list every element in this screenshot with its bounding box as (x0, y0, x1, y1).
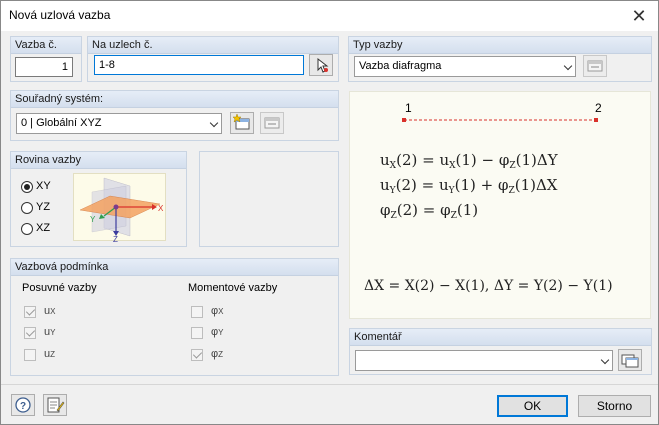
footer-divider (1, 384, 658, 385)
uzly-group: Na uzlech č. 1-8 (87, 36, 339, 82)
check-icon (24, 326, 36, 339)
podminka-header: Vazbová podmínka (11, 259, 338, 276)
equation-1: uX(2) = uX(1) − φZ(1)ΔY (380, 151, 559, 171)
edit-coordinate-system-button[interactable] (260, 112, 284, 134)
axis-y-label: Y (90, 215, 96, 224)
posuvne-label: Posuvné vazby (22, 282, 97, 294)
checkbox-box (191, 326, 203, 339)
nodes-input[interactable]: 1-8 (94, 55, 304, 75)
typ-value: Vazba diafragma (359, 60, 442, 72)
equation-3: φZ(2) = φZ(1) (380, 201, 478, 221)
pick-cursor-icon (317, 57, 329, 73)
radio-yz-label: YZ (36, 201, 51, 213)
formula-diagram: 1 2 uX(2) = uX(1) − φZ(1)ΔY uY(2) = uY(1… (349, 91, 651, 319)
coordinate-system-combo[interactable]: 0 | Globální XYZ (16, 113, 222, 134)
typ-group: Typ vazby Vazba diafragma (348, 36, 652, 82)
uz-label: uZ (44, 348, 56, 360)
rovina-header: Rovina vazby (11, 152, 186, 169)
svg-text:?: ? (20, 401, 26, 412)
node-1-label: 1 (405, 101, 412, 115)
phiz-label: φZ (211, 348, 224, 360)
radio-yz[interactable]: YZ (21, 201, 50, 214)
souradny-header: Souřadný systém: (11, 91, 338, 108)
radio-xy[interactable]: XY (21, 180, 51, 193)
checkbox-box (24, 348, 36, 361)
checkbox-uz[interactable]: uZ (24, 348, 55, 361)
axis-z-label: Z (113, 235, 118, 242)
checkbox-phix[interactable]: φX (191, 305, 223, 318)
radio-xz-label: XZ (36, 222, 51, 234)
komentar-header: Komentář (350, 329, 651, 346)
ok-button[interactable]: OK (497, 395, 568, 417)
new-item-icon (232, 113, 250, 130)
podminka-group: Vazbová podmínka Posuvné vazby Momentové… (10, 258, 339, 376)
help-icon: ? (15, 397, 31, 413)
ux-label: uX (44, 305, 56, 317)
radio-dot-xz (21, 222, 33, 235)
phiy-label: φY (211, 326, 224, 338)
komentar-group: Komentář (349, 328, 652, 375)
souradny-group: Souřadný systém: 0 | Globální XYZ (10, 90, 339, 141)
edit-dialog-icon (264, 117, 280, 129)
radio-dot-yz (21, 201, 33, 214)
comment-combo[interactable] (355, 350, 613, 371)
uzly-header: Na uzlech č. (88, 37, 338, 54)
checkbox-ux[interactable]: uX (24, 305, 55, 318)
check-icon (191, 348, 203, 361)
plane-illustration: X Y Z (73, 173, 166, 244)
checkbox-phiy[interactable]: φY (191, 326, 223, 339)
coordinate-system-value: 0 | Globální XYZ (21, 117, 102, 129)
radio-dot-xy (21, 180, 33, 193)
delta-definition: ΔX = X(2) − X(1), ΔY = Y(2) − Y(1) (364, 278, 613, 294)
diagonal-link-diagram: 1 2 uX(2) = uX(1) − φZ(1)ΔY uY(2) = uY(1… (364, 101, 613, 294)
momentove-label: Momentové vazby (188, 282, 278, 294)
new-coordinate-system-button[interactable] (230, 112, 254, 134)
axis-x-label: X (158, 204, 164, 213)
radio-xy-label: XY (36, 180, 51, 192)
pick-nodes-button[interactable] (309, 54, 333, 76)
vazba-number-field[interactable]: 1 (15, 57, 73, 77)
chevron-down-icon (563, 61, 573, 71)
notes-button[interactable] (43, 394, 67, 416)
vazba-header: Vazba č. (11, 37, 81, 54)
library-icon (621, 354, 639, 368)
chevron-down-icon (600, 355, 610, 365)
checkbox-phiz[interactable]: φZ (191, 348, 223, 361)
check-icon (24, 305, 36, 318)
chevron-down-icon (209, 118, 219, 128)
equation-2: uY(2) = uY(1) + φZ(1)ΔX (380, 176, 558, 196)
typ-combo[interactable]: Vazba diafragma (354, 56, 576, 77)
edit-dialog-icon (587, 60, 603, 72)
rovina-group: Rovina vazby XY YZ XZ X Y Z (10, 151, 187, 247)
node-2-marker (594, 118, 598, 122)
checkbox-uy[interactable]: uY (24, 326, 55, 339)
empty-panel (199, 151, 339, 247)
uy-label: uY (44, 326, 56, 338)
radio-xz[interactable]: XZ (21, 222, 50, 235)
edit-note-icon (47, 397, 65, 413)
plane-axes-icon: X Y Z (79, 177, 164, 244)
node-1-marker (402, 118, 406, 122)
title-bar: Nová uzlová vazba ✕ (1, 1, 658, 31)
help-button[interactable]: ? (11, 394, 35, 416)
vazba-group: Vazba č. 1 (10, 36, 82, 82)
comment-library-button[interactable] (618, 349, 642, 371)
typ-header: Typ vazby (349, 37, 651, 54)
window-title: Nová uzlová vazba (9, 8, 111, 22)
phix-label: φX (211, 305, 224, 317)
node-2-label: 2 (595, 101, 602, 115)
dialog-window: Nová uzlová vazba ✕ Vazba č. 1 Na uzlech… (0, 0, 659, 425)
close-button[interactable]: ✕ (628, 5, 650, 27)
typ-edit-button[interactable] (583, 55, 607, 77)
cancel-button[interactable]: Storno (578, 395, 651, 417)
checkbox-box (191, 305, 203, 318)
